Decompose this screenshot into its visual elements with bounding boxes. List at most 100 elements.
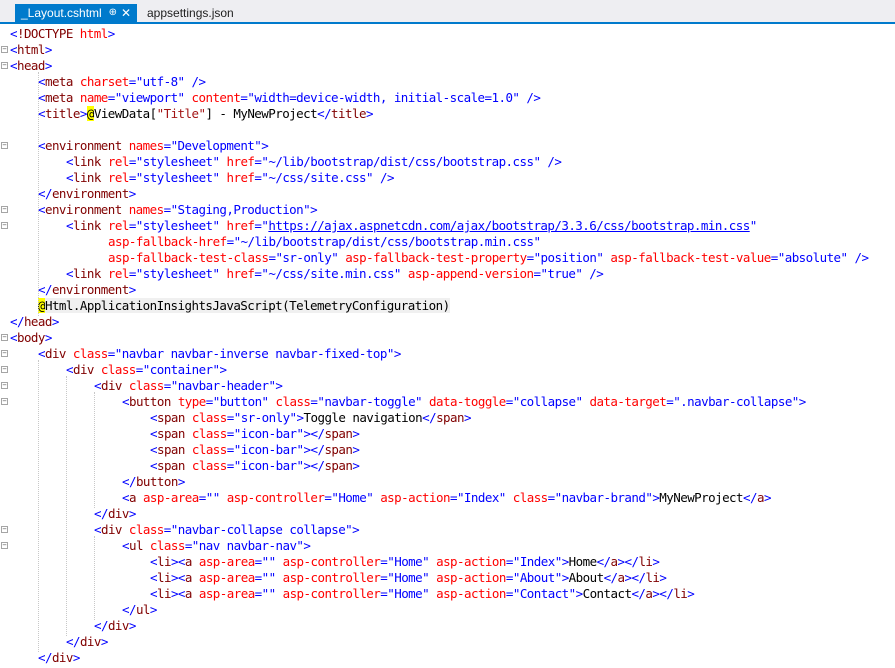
code-line[interactable]: <span class="icon-bar"></span>	[0, 426, 895, 442]
code-line[interactable]: <meta charset="utf-8" />	[0, 74, 895, 90]
code-token: class	[128, 378, 164, 393]
collapse-icon[interactable]: −	[1, 382, 8, 389]
code-line[interactable]: </environment>	[0, 282, 895, 298]
code-line[interactable]: </environment>	[0, 186, 895, 202]
code-line[interactable]: − <body>	[0, 330, 895, 346]
code-line[interactable]: − <button type="button" class="navbar-tog…	[0, 394, 895, 410]
code-token: Home	[568, 554, 597, 569]
close-icon[interactable]: ✕	[121, 4, 131, 22]
code-line[interactable]: <!DOCTYPE html>	[0, 26, 895, 42]
code-line[interactable]: − <environment names="Staging,Production"…	[0, 202, 895, 218]
code-token: ul	[128, 538, 144, 553]
code-line[interactable]: <a asp-area="" asp-controller="Home" asp…	[0, 490, 895, 506]
code-line[interactable]: − <div class="navbar navbar-inverse navba…	[0, 346, 895, 362]
code-token: =	[505, 586, 514, 601]
code-token: button	[135, 474, 178, 489]
collapse-icon[interactable]: −	[1, 350, 8, 357]
collapse-icon[interactable]: −	[1, 206, 8, 213]
code-token: >	[352, 426, 360, 441]
code-token: <	[150, 426, 158, 441]
code-token: />	[191, 74, 207, 89]
code-text: </head>	[10, 314, 59, 330]
code-line[interactable]	[0, 122, 895, 138]
code-line[interactable]: </button>	[0, 474, 895, 490]
code-token: >	[303, 538, 311, 553]
code-token: "Staging,Production"	[170, 202, 311, 217]
code-line[interactable]: − <link rel="stylesheet" href="https://aj…	[0, 218, 895, 234]
code-line[interactable]: </head>	[0, 314, 895, 330]
collapse-icon[interactable]: −	[1, 62, 8, 69]
code-line[interactable]: − <head>	[0, 58, 895, 74]
code-line[interactable]: </div>	[0, 634, 895, 650]
code-token: span	[156, 458, 185, 473]
code-token: >	[561, 554, 570, 569]
collapse-icon[interactable]: −	[1, 542, 8, 549]
code-line[interactable]: − <environment names="Development">	[0, 138, 895, 154]
collapse-icon[interactable]: −	[1, 334, 8, 341]
code-line[interactable]: @Html.ApplicationInsightsJavaScript(Tele…	[0, 298, 895, 314]
code-token: </	[422, 410, 437, 425]
code-token: li	[673, 586, 688, 601]
collapse-icon[interactable]: −	[1, 46, 8, 53]
code-line[interactable]: <title>@ViewData["Title"] - MyNewProject…	[0, 106, 895, 122]
code-line[interactable]: − <ul class="nav navbar-nav">	[0, 538, 895, 554]
code-token: <	[150, 442, 158, 457]
pin-icon[interactable]: ⊕	[109, 4, 117, 22]
indent-guide	[94, 392, 95, 508]
code-token: >	[128, 186, 137, 201]
collapse-icon[interactable]: −	[1, 398, 8, 405]
code-token: =	[107, 90, 116, 105]
code-line[interactable]: asp-fallback-href="~/lib/bootstrap/dist/…	[0, 234, 895, 250]
code-line[interactable]: − <div class="navbar-header">	[0, 378, 895, 394]
code-token: "navbar-header"	[170, 378, 276, 393]
code-line[interactable]: asp-fallback-test-class = "sr-only" asp-fa…	[0, 250, 895, 266]
tab-layout-cshtml[interactable]: _Layout.cshtml ⊕ ✕	[15, 4, 137, 22]
tab-label: _Layout.cshtml	[21, 6, 102, 20]
code-token: =	[128, 154, 137, 169]
code-line[interactable]: </div>	[0, 650, 895, 666]
code-line[interactable]: </div>	[0, 506, 895, 522]
code-line[interactable]: − <html>	[0, 42, 895, 58]
code-line[interactable]: <span class="sr-only">Toggle navigation<…	[0, 410, 895, 426]
collapse-icon[interactable]: −	[1, 222, 8, 229]
code-line[interactable]: <link rel="stylesheet" href="~/css/site.…	[0, 266, 895, 282]
code-line[interactable]: <span class="icon-bar"></span>	[0, 458, 895, 474]
code-line[interactable]: <li><a asp-area="" asp-controller="Home"…	[0, 586, 895, 602]
code-text: <link rel="stylesheet" href="~/css/site.…	[66, 266, 604, 282]
collapse-icon[interactable]: −	[1, 142, 8, 149]
code-token: </	[122, 474, 137, 489]
code-line[interactable]: <li><a asp-area="" asp-controller="Home"…	[0, 554, 895, 570]
code-text: <title>@ViewData["Title"] - MyNewProject…	[38, 106, 373, 122]
code-token: <	[66, 362, 74, 377]
code-text: <li><a asp-area="" asp-controller="Home"…	[150, 554, 660, 570]
code-token: head	[23, 314, 52, 329]
code-line[interactable]: <span class="icon-bar"></span>	[0, 442, 895, 458]
code-editor[interactable]: <!DOCTYPE html> − <html> − <head> <meta chars…	[0, 24, 895, 668]
code-token: asp-fallback-test-property	[345, 250, 527, 265]
code-token: >	[352, 522, 360, 537]
code-token: >	[261, 138, 269, 153]
code-token: asp-fallback-test-value	[610, 250, 771, 265]
code-line[interactable]: − <div class="container">	[0, 362, 895, 378]
code-line[interactable]: <link rel="stylesheet" href="~/css/site.…	[0, 170, 895, 186]
code-line[interactable]: </div>	[0, 618, 895, 634]
collapse-icon[interactable]: −	[1, 366, 8, 373]
code-line[interactable]: − <div class="navbar-collapse collapse">	[0, 522, 895, 538]
code-token: "icon-bar"	[233, 426, 304, 441]
code-line[interactable]: <link rel="stylesheet" href="~/lib/boots…	[0, 154, 895, 170]
code-line[interactable]: <li><a asp-area="" asp-controller="Home"…	[0, 570, 895, 586]
tab-appsettings-json[interactable]: appsettings.json	[141, 4, 240, 22]
code-line[interactable]: </ul>	[0, 602, 895, 618]
code-token: asp-action	[380, 490, 450, 505]
collapse-icon[interactable]: −	[1, 526, 8, 533]
code-line[interactable]: <meta name="viewport" content="width=dev…	[0, 90, 895, 106]
code-token: Html.ApplicationInsightsJavaScript(Telem…	[44, 298, 450, 313]
